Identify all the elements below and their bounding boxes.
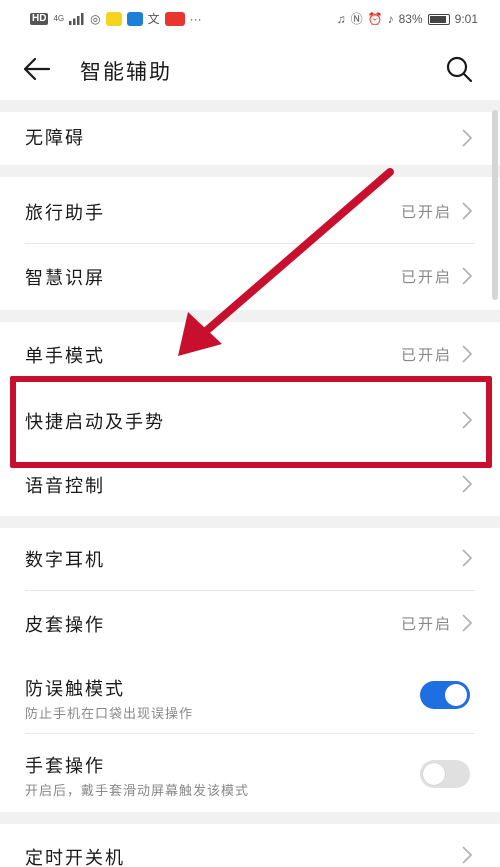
list-item-subtitle: 防止手机在口袋出现误操作 bbox=[25, 707, 194, 722]
app-notification-icon bbox=[126, 12, 143, 26]
list-item-travel-assistant[interactable]: 旅行助手 已开启 bbox=[0, 177, 500, 243]
list-item-label: 语音控制 bbox=[25, 476, 105, 497]
chevron-right-icon bbox=[462, 475, 473, 493]
list-item-accessibility[interactable]: 无障碍 bbox=[0, 112, 500, 165]
list-item-label: 定时开关机 bbox=[25, 848, 125, 867]
annotation-highlight-box bbox=[10, 376, 492, 468]
headset-icon: ♫ bbox=[336, 12, 346, 26]
status-text: 已开启 bbox=[400, 615, 452, 633]
section-gap bbox=[0, 812, 500, 824]
clock: 9:01 bbox=[454, 12, 478, 26]
wifi-icon: ◎ bbox=[90, 12, 101, 26]
list-item-smart-screen-recognition[interactable]: 智慧识屏 已开启 bbox=[0, 244, 500, 310]
chevron-right-icon bbox=[462, 846, 473, 864]
list-item-glove-mode: 手套操作 开启后，戴手套滑动屏幕触发该模式 bbox=[0, 734, 500, 812]
chevron-right-icon bbox=[462, 129, 473, 147]
list-item-subtitle: 开启后，戴手套滑动屏幕触发该模式 bbox=[25, 784, 250, 799]
page-title: 智能辅助 bbox=[80, 60, 172, 84]
network-type-label: 4G bbox=[53, 14, 65, 23]
section-gap bbox=[0, 310, 500, 322]
list-item-label: 数字耳机 bbox=[25, 550, 105, 571]
status-bar: HD 4G ◎ 文 ··· ♫ Ⓝ ⏰ ♪ 83% 9:01 bbox=[0, 0, 500, 38]
chevron-right-icon bbox=[462, 202, 473, 220]
app-notification-icon: 文 bbox=[147, 12, 160, 26]
signal-icon bbox=[69, 13, 84, 25]
app-notification-icon bbox=[164, 12, 185, 26]
status-text: 已开启 bbox=[400, 346, 452, 364]
list-item-label: 皮套操作 bbox=[25, 615, 105, 636]
chevron-right-icon bbox=[462, 549, 473, 567]
chevron-right-icon bbox=[462, 614, 473, 632]
nfc-icon: Ⓝ bbox=[350, 12, 363, 26]
battery-percent: 83% bbox=[398, 12, 423, 26]
list-item-label: 手套操作 bbox=[25, 756, 105, 777]
chevron-right-icon bbox=[462, 345, 473, 363]
section-gap bbox=[0, 165, 500, 177]
hd-label: HD bbox=[30, 13, 49, 25]
mute-icon: ♪ bbox=[387, 12, 394, 26]
status-bar-right: ♫ Ⓝ ⏰ ♪ 83% 9:01 bbox=[337, 13, 478, 25]
status-text: 已开启 bbox=[400, 268, 452, 286]
section-gap bbox=[0, 516, 500, 528]
scrollbar[interactable] bbox=[492, 110, 498, 300]
search-icon bbox=[446, 56, 473, 83]
accidental-touch-toggle[interactable] bbox=[420, 681, 470, 709]
app-notification-icon bbox=[105, 12, 122, 26]
list-item-cover-operation[interactable]: 皮套操作 已开启 bbox=[0, 591, 500, 657]
list-item-label: 防误触模式 bbox=[25, 679, 125, 700]
list-item-label: 旅行助手 bbox=[25, 203, 105, 224]
list-item-scheduled-power[interactable]: 定时开关机 bbox=[0, 824, 500, 867]
app-bar: 智能辅助 bbox=[0, 38, 500, 100]
status-bar-left: HD 4G ◎ 文 ··· bbox=[30, 12, 202, 26]
section-gap bbox=[0, 100, 500, 112]
back-button[interactable] bbox=[20, 52, 54, 86]
back-arrow-icon bbox=[23, 57, 51, 81]
list-item-label: 智慧识屏 bbox=[25, 268, 105, 289]
chevron-right-icon bbox=[462, 267, 473, 285]
more-notifications-icon: ··· bbox=[189, 12, 202, 26]
search-button[interactable] bbox=[442, 52, 476, 86]
list-item-digital-earphone[interactable]: 数字耳机 bbox=[0, 528, 500, 590]
glove-mode-toggle[interactable] bbox=[420, 760, 470, 788]
list-item-label: 单手模式 bbox=[25, 346, 105, 367]
alarm-icon: ⏰ bbox=[367, 12, 383, 26]
battery-icon bbox=[427, 13, 450, 25]
list-item-label: 无障碍 bbox=[25, 128, 85, 149]
list-item-accidental-touch-mode: 防误触模式 防止手机在口袋出现误操作 bbox=[0, 657, 500, 733]
toggle-knob bbox=[445, 684, 467, 706]
status-text: 已开启 bbox=[400, 203, 452, 221]
toggle-knob bbox=[423, 763, 445, 785]
